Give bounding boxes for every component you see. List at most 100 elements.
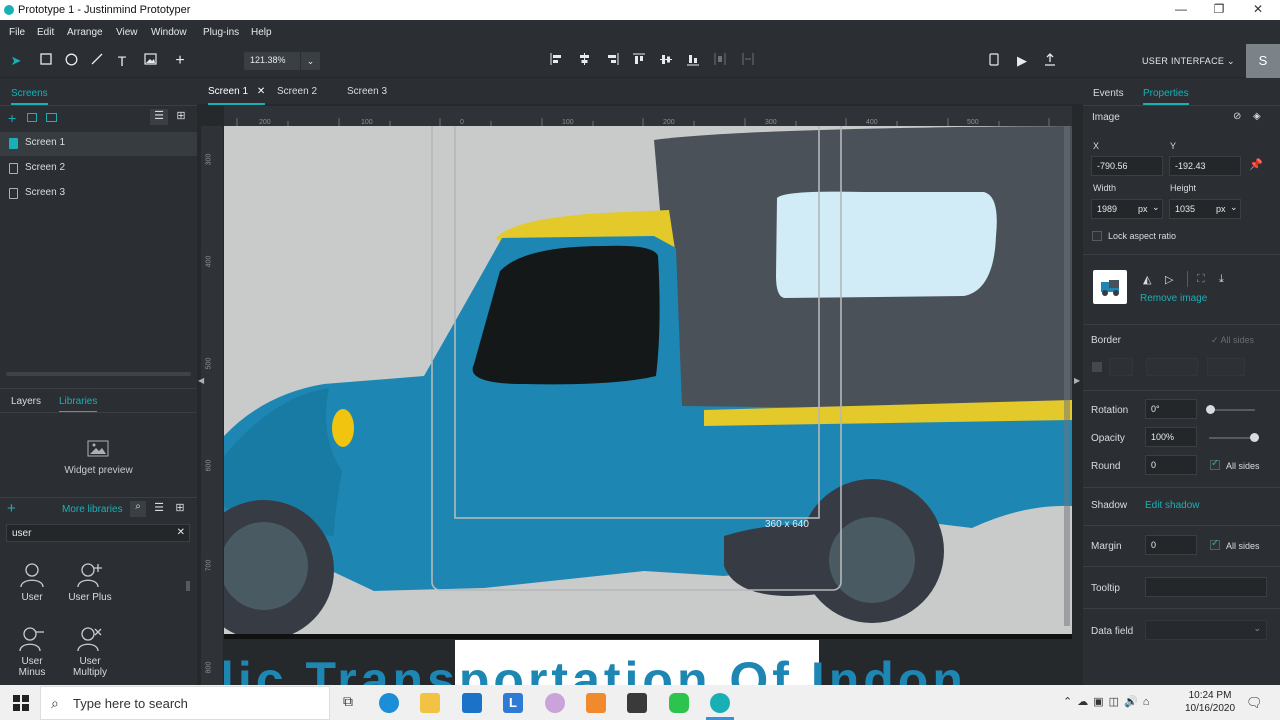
- collapse-right-icon[interactable]: ▶: [1074, 376, 1080, 385]
- system-tray-icons[interactable]: ⌃☁▣◫🔊⌂: [1063, 695, 1154, 708]
- opacity-slider[interactable]: [1209, 433, 1259, 442]
- screen-item-1[interactable]: Screen 1: [0, 132, 197, 156]
- menu-window[interactable]: Window: [151, 27, 187, 38]
- pin-icon[interactable]: 📌: [1249, 158, 1263, 171]
- margin-all-sides-checkbox[interactable]: [1210, 538, 1220, 550]
- round-all-sides-checkbox[interactable]: [1210, 458, 1220, 470]
- slider-handle[interactable]: [1206, 405, 1215, 414]
- add-widget-icon[interactable]: +: [172, 53, 188, 69]
- ellipse-tool-icon[interactable]: [63, 53, 79, 69]
- xampp-icon[interactable]: [586, 693, 606, 713]
- image-tool-icon[interactable]: [142, 53, 158, 69]
- screen-item-3[interactable]: Screen 3: [0, 182, 197, 206]
- export-icon[interactable]: [1042, 53, 1058, 69]
- rotation-slider[interactable]: [1206, 405, 1255, 414]
- task-view-icon[interactable]: ⧉: [338, 693, 358, 713]
- list-view-icon[interactable]: ☰: [150, 109, 168, 125]
- design-canvas[interactable]: 360 x 640: [224, 126, 1072, 634]
- list-view-icon[interactable]: ☰: [152, 501, 166, 517]
- edge-icon[interactable]: [379, 693, 399, 713]
- library-item-user-multiply[interactable]: User Multiply: [60, 626, 120, 678]
- add-screen-icon[interactable]: +: [8, 110, 16, 126]
- border-all-sides[interactable]: ✓ All sides: [1211, 335, 1254, 346]
- border-type-select[interactable]: [1207, 358, 1245, 376]
- device-icon[interactable]: [986, 53, 1002, 69]
- zoom-select[interactable]: 121.38% ⌄: [244, 52, 320, 70]
- notification-icon[interactable]: 🗨: [1246, 695, 1263, 711]
- close-button[interactable]: ✕: [1243, 2, 1273, 18]
- tab-screens[interactable]: Screens: [11, 88, 48, 105]
- crop-icon[interactable]: ⛶: [1197, 273, 1205, 286]
- select-tool-icon[interactable]: ➤: [8, 53, 24, 69]
- align-center-icon[interactable]: [576, 53, 592, 69]
- scrollbar[interactable]: [186, 581, 190, 591]
- align-right-icon[interactable]: [604, 53, 620, 69]
- scrollbar[interactable]: [6, 372, 191, 376]
- edit-shadow-link[interactable]: Edit shadow: [1145, 500, 1199, 511]
- menu-view[interactable]: View: [116, 27, 138, 38]
- collapse-left-icon[interactable]: ◀: [198, 376, 204, 385]
- remove-image-link[interactable]: Remove image: [1140, 293, 1207, 304]
- lock-aspect-checkbox[interactable]: [1092, 231, 1102, 241]
- rotation-field[interactable]: 0°: [1145, 399, 1197, 419]
- align-top-icon[interactable]: [631, 53, 647, 69]
- layers-icon[interactable]: ◈: [1253, 111, 1261, 122]
- grid-view-icon[interactable]: ⊞: [172, 501, 188, 517]
- library-search-input[interactable]: user ✕: [6, 524, 190, 542]
- screen-item-2[interactable]: Screen 2: [0, 157, 197, 181]
- tab-properties[interactable]: Properties: [1143, 88, 1189, 105]
- line-icon[interactable]: [669, 693, 689, 713]
- distribute-vertical-icon[interactable]: [740, 53, 756, 69]
- menu-edit[interactable]: Edit: [37, 27, 54, 38]
- menu-arrange[interactable]: Arrange: [67, 27, 103, 38]
- add-library-icon[interactable]: +: [7, 500, 16, 517]
- avatar[interactable]: S: [1246, 44, 1280, 78]
- file-explorer-icon[interactable]: [420, 693, 440, 713]
- library-item-user[interactable]: User: [2, 562, 62, 603]
- visibility-icon[interactable]: ⊘: [1233, 111, 1241, 122]
- image-thumbnail[interactable]: [1093, 270, 1127, 304]
- y-field[interactable]: -192.43: [1169, 156, 1241, 176]
- datafield-select[interactable]: ⌄: [1145, 620, 1267, 640]
- tooltip-field[interactable]: [1145, 577, 1267, 597]
- taskbar-search[interactable]: ⌕ Type here to search: [40, 686, 330, 720]
- flip-vertical-icon[interactable]: ▷: [1165, 273, 1173, 286]
- windows-start-icon[interactable]: [13, 695, 29, 714]
- maximize-button[interactable]: ❐: [1204, 2, 1234, 18]
- more-libraries-link[interactable]: More libraries: [62, 504, 123, 515]
- clock[interactable]: 10:24 PM 10/16/2020: [1180, 690, 1240, 714]
- align-bottom-icon[interactable]: [685, 53, 701, 69]
- tab-screen-3[interactable]: Screen 3: [347, 86, 387, 97]
- scrollbar[interactable]: [1064, 126, 1070, 626]
- line-tool-icon[interactable]: [89, 53, 105, 69]
- height-unit[interactable]: px: [1216, 204, 1226, 214]
- close-icon[interactable]: ✕: [257, 86, 265, 97]
- distribute-horizontal-icon[interactable]: [712, 53, 728, 69]
- width-unit[interactable]: px: [1138, 204, 1148, 214]
- truck-image[interactable]: [224, 126, 1072, 634]
- tab-events[interactable]: Events: [1093, 88, 1124, 99]
- tab-libraries[interactable]: Libraries: [59, 396, 98, 413]
- align-middle-icon[interactable]: [658, 53, 674, 69]
- flip-horizontal-icon[interactable]: ◭: [1143, 273, 1151, 286]
- simulate-play-icon[interactable]: ▶: [1014, 53, 1030, 69]
- opacity-field[interactable]: 100%: [1145, 427, 1197, 447]
- border-style-select[interactable]: [1109, 358, 1133, 376]
- mail-icon[interactable]: [462, 693, 482, 713]
- margin-field[interactable]: 0: [1145, 535, 1197, 555]
- menu-help[interactable]: Help: [251, 27, 272, 38]
- add-folder-icon[interactable]: [46, 113, 57, 122]
- tab-layers[interactable]: Layers: [11, 396, 41, 407]
- text-tool-icon[interactable]: T: [114, 53, 130, 69]
- tab-screen-1[interactable]: Screen 1 ✕: [208, 86, 266, 105]
- grid-view-icon[interactable]: ⊞: [174, 109, 188, 125]
- justinmind-icon[interactable]: [710, 693, 730, 713]
- x-field[interactable]: -790.56: [1091, 156, 1163, 176]
- tab-screen-2[interactable]: Screen 2: [277, 86, 317, 97]
- app-l-icon[interactable]: L: [503, 693, 523, 713]
- sublime-icon[interactable]: [627, 693, 647, 713]
- width-field[interactable]: 1989 px ⌄: [1091, 199, 1163, 219]
- mode-select[interactable]: USER INTERFACE ⌄: [1142, 56, 1235, 67]
- library-item-user-minus[interactable]: User Minus: [2, 626, 62, 678]
- minimize-button[interactable]: —: [1166, 2, 1196, 18]
